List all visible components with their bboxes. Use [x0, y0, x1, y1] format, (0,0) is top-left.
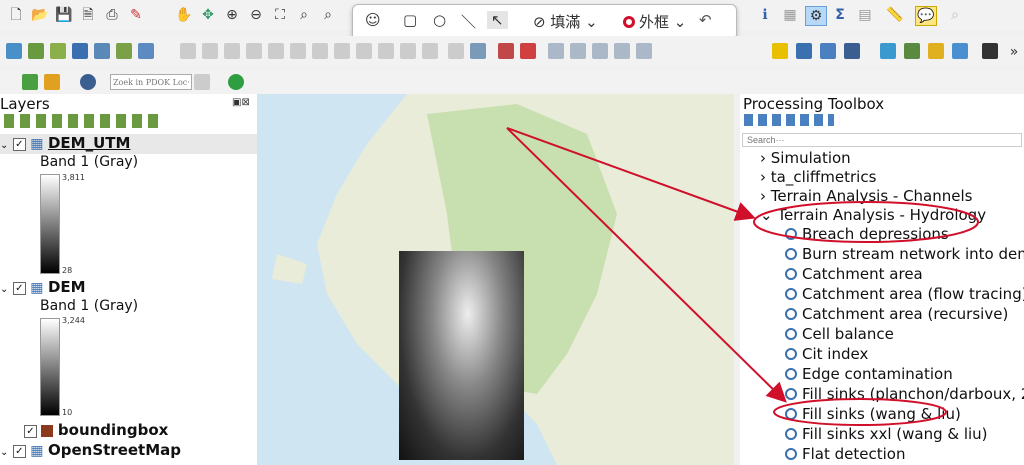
annotation-arrow	[506, 127, 787, 403]
annotation-arrow	[506, 127, 756, 221]
annotation-ellipse	[773, 398, 947, 426]
annotation-overlay	[506, 127, 979, 426]
annotation-ellipse	[753, 201, 979, 243]
